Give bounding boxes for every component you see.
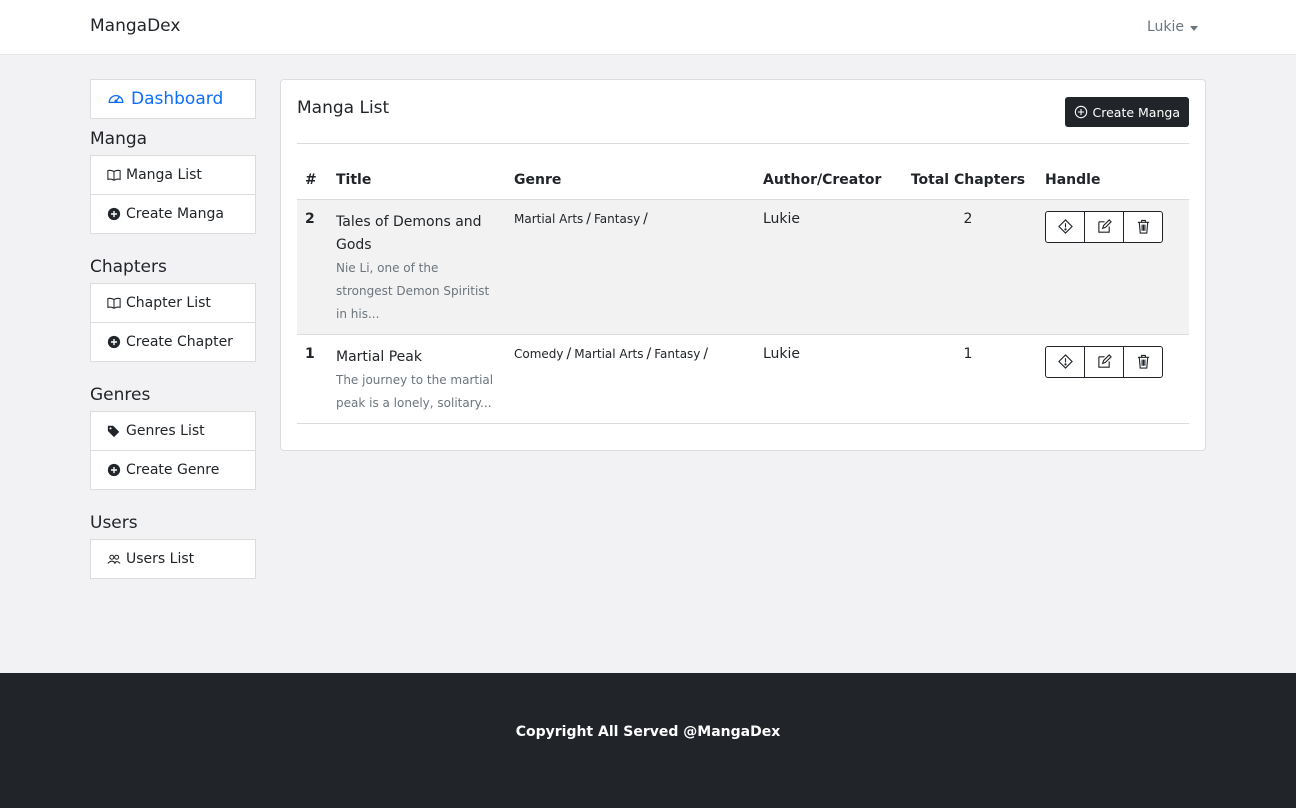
row-id: 1 [297, 334, 328, 424]
manga-title: Martial Peak [336, 348, 422, 365]
manga-list-card: Manga List Create Manga # Title Genre Au… [280, 79, 1206, 451]
create-manga-button[interactable]: Create Manga [1064, 97, 1189, 127]
sidebar-item-dashboard[interactable]: Dashboard [90, 79, 256, 119]
speedometer-icon [107, 90, 125, 108]
row-title-cell: Martial Peak The journey to the martial … [328, 334, 506, 424]
footer: Copyright All Served @MangaDex [0, 673, 1296, 808]
plus-circle-icon [107, 463, 121, 477]
sidebar-item-create-manga[interactable]: Create Manga [90, 194, 256, 234]
manga-table: # Title Genre Author/Creator Total Chapt… [297, 164, 1189, 424]
genre-tag: Martial Arts [514, 211, 584, 226]
chevron-down-icon [1190, 25, 1198, 31]
column-header-number: # [297, 164, 328, 200]
genre-tag: Martial Arts [574, 346, 644, 361]
user-name: Lukie [1146, 19, 1184, 35]
sidebar: Dashboard Manga Manga List Create Manga … [90, 79, 256, 579]
sidebar-item-label: Genres List [126, 423, 205, 439]
sidebar-item-label: Create Chapter [126, 334, 233, 350]
manga-title: Tales of Demons and Gods [336, 213, 482, 253]
create-manga-label: Create Manga [1092, 104, 1180, 120]
details-button[interactable] [1045, 210, 1085, 243]
table-header-row: # Title Genre Author/Creator Total Chapt… [297, 164, 1189, 200]
edit-button[interactable] [1084, 210, 1124, 243]
sidebar-item-create-chapter[interactable]: Create Chapter [90, 322, 256, 362]
manga-description: Nie Li, one of the strongest Demon Spiri… [336, 260, 490, 321]
section-title-chapters: Chapters [90, 257, 167, 277]
row-title-cell: Tales of Demons and Gods Nie Li, one of … [328, 199, 506, 335]
row-handle-cell [1037, 334, 1189, 424]
people-icon [107, 552, 121, 566]
book-icon [107, 296, 121, 310]
plus-circle-icon [107, 335, 121, 349]
trash-icon [1137, 354, 1149, 369]
column-header-genre: Genre [506, 164, 755, 200]
edit-icon [1097, 219, 1112, 233]
row-author: Lukie [755, 199, 899, 335]
sidebar-item-label: Manga List [126, 167, 202, 183]
plus-circle-icon [107, 207, 121, 221]
brand-logo[interactable]: MangaDex [90, 16, 180, 36]
row-genre-cell: Martial Arts / Fantasy / [506, 199, 755, 335]
details-button[interactable] [1045, 345, 1085, 378]
column-header-total-chapters: Total Chapters [899, 164, 1037, 200]
edit-icon [1097, 354, 1112, 368]
genre-tag: Fantasy [654, 346, 701, 361]
row-author: Lukie [755, 334, 899, 424]
section-title-genres: Genres [90, 385, 151, 405]
column-header-handle: Handle [1037, 164, 1189, 200]
row-total-chapters: 2 [899, 199, 1037, 335]
top-navbar: MangaDex Lukie [0, 0, 1296, 55]
tags-icon [107, 424, 121, 438]
table-row: 2 Tales of Demons and Gods Nie Li, one o… [297, 199, 1189, 335]
divider [297, 143, 1189, 144]
diamond-exclamation-icon [1057, 354, 1073, 369]
trash-icon [1137, 219, 1149, 234]
column-header-title: Title [328, 164, 506, 200]
sidebar-item-label: Dashboard [131, 89, 224, 109]
edit-button[interactable] [1084, 345, 1124, 378]
page-title: Manga List [297, 98, 390, 118]
row-actions [1045, 210, 1163, 243]
delete-button[interactable] [1123, 345, 1163, 378]
row-actions [1045, 345, 1163, 378]
row-total-chapters: 1 [899, 334, 1037, 424]
sidebar-item-users-list[interactable]: Users List [90, 539, 256, 579]
genre-tag: Comedy [514, 346, 564, 361]
row-genre-cell: Comedy / Martial Arts / Fantasy / [506, 334, 755, 424]
user-dropdown[interactable]: Lukie [1147, 19, 1198, 35]
section-title-manga: Manga [90, 129, 148, 149]
delete-button[interactable] [1123, 210, 1163, 243]
row-id: 2 [297, 199, 328, 335]
row-handle-cell [1037, 199, 1189, 335]
plus-circle-icon [1074, 105, 1088, 119]
copyright-text: Copyright All Served @MangaDex [515, 724, 781, 740]
column-header-author: Author/Creator [755, 164, 899, 200]
sidebar-item-label: Create Genre [126, 462, 220, 478]
manga-description: The journey to the martial peak is a lon… [336, 372, 494, 410]
sidebar-item-label: Users List [126, 551, 195, 567]
table-row: 1 Martial Peak The journey to the martia… [297, 334, 1189, 424]
diamond-exclamation-icon [1057, 219, 1073, 234]
book-icon [107, 168, 121, 182]
section-title-users: Users [90, 513, 138, 533]
sidebar-item-label: Create Manga [126, 206, 224, 222]
sidebar-item-chapter-list[interactable]: Chapter List [90, 283, 256, 323]
genre-tag: Fantasy [594, 211, 641, 226]
sidebar-item-label: Chapter List [126, 295, 211, 311]
sidebar-item-genres-list[interactable]: Genres List [90, 411, 256, 451]
sidebar-item-manga-list[interactable]: Manga List [90, 155, 256, 195]
sidebar-item-create-genre[interactable]: Create Genre [90, 450, 256, 490]
